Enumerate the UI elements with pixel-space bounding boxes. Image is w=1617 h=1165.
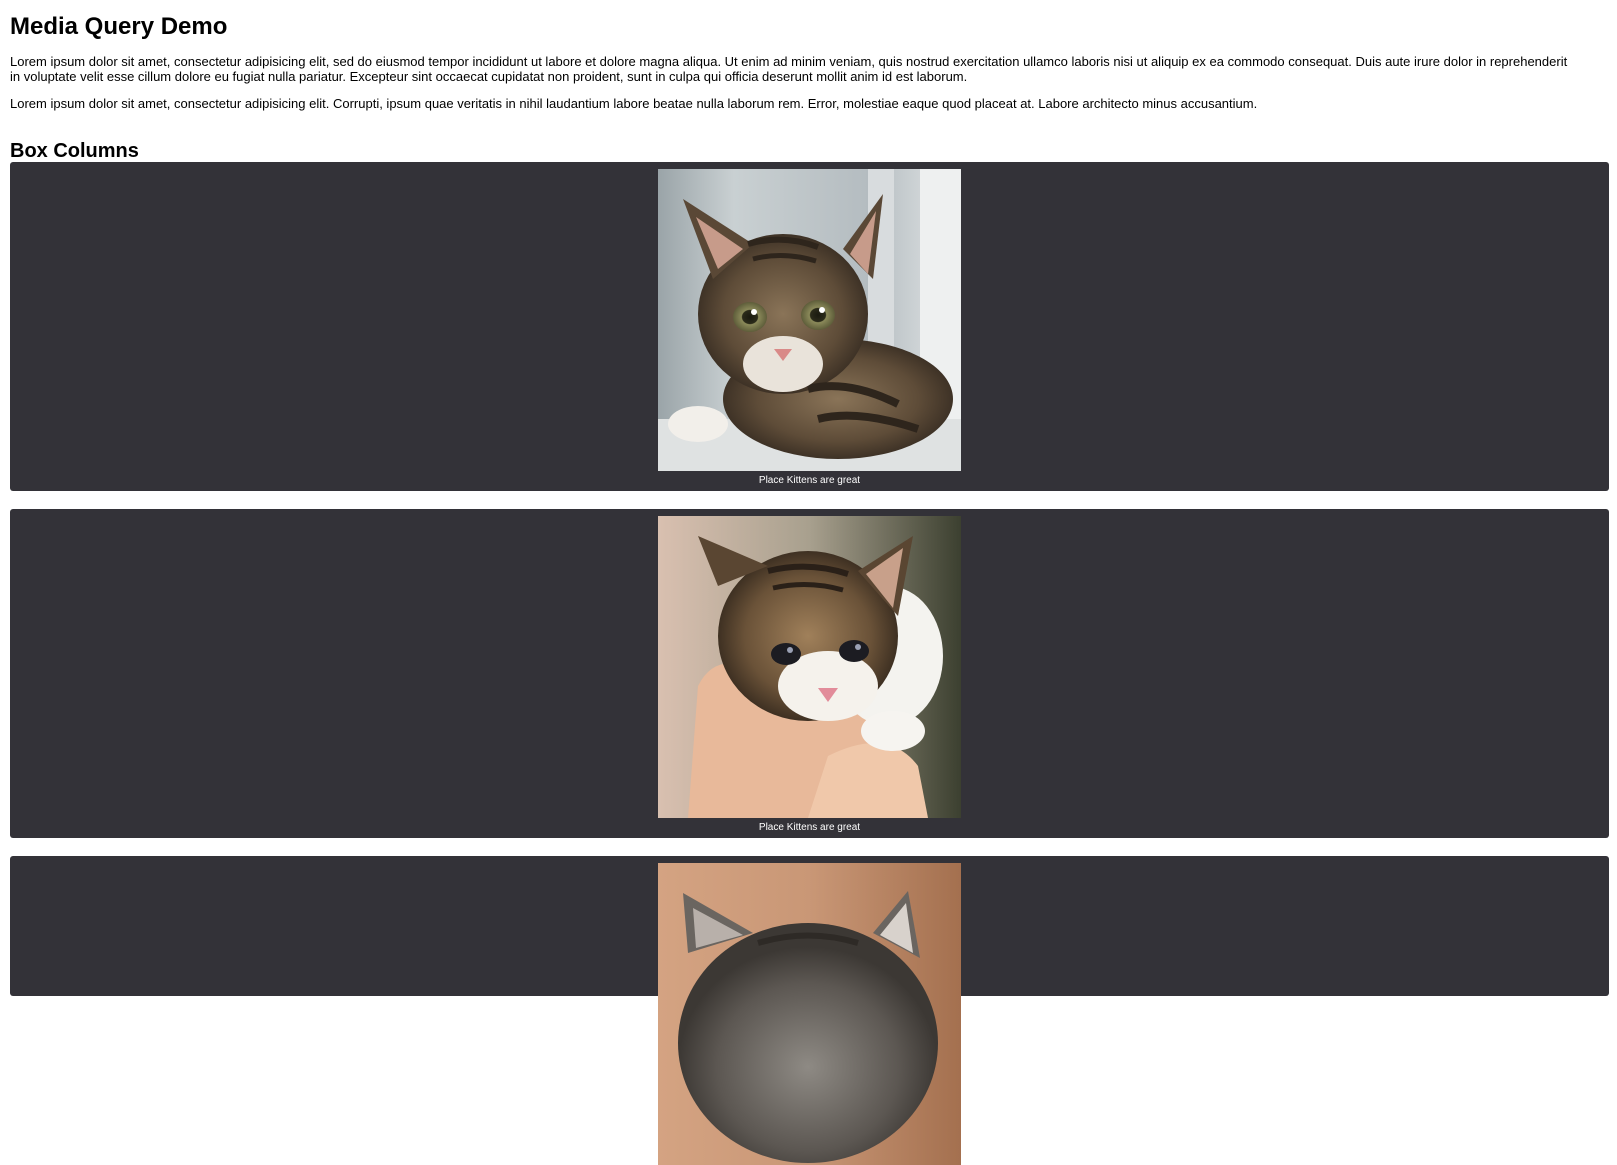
second-paragraph: Lorem ipsum dolor sit amet, consectetur … [10, 96, 1258, 111]
image-box: Place Kittens are great [10, 509, 1609, 838]
image-box: Place Kittens are great [10, 162, 1609, 491]
intro-paragraph: Lorem ipsum dolor sit amet, consectetur … [10, 54, 1568, 84]
kitten-photo [658, 516, 961, 818]
kitten-photo [658, 863, 961, 1165]
kitten-photo [658, 169, 961, 471]
image-caption: Place Kittens are great [758, 822, 861, 833]
image-caption: Place Kittens are great [758, 475, 861, 486]
section-heading: Box Columns [10, 140, 139, 162]
image-box [10, 856, 1609, 1165]
page-title: Media Query Demo [10, 13, 228, 40]
